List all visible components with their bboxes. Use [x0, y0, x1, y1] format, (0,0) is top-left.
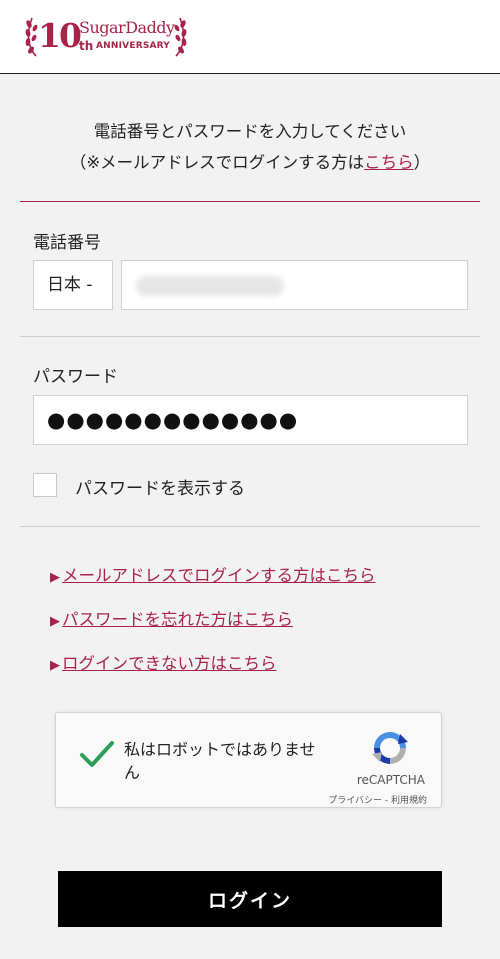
email-login-link-text[interactable]: メールアドレスでログインする方はこちら: [62, 566, 376, 585]
email-login-hint-suffix: ）: [413, 153, 431, 172]
recaptcha-brand: reCAPTCHA: [356, 773, 425, 787]
logo-anniversary-number: 10: [38, 16, 82, 55]
logo-brand-name: SugarDaddy: [79, 18, 175, 37]
checkmark-icon[interactable]: [79, 739, 115, 769]
forgot-password-link-text[interactable]: パスワードを忘れた方はこちら: [62, 610, 293, 629]
phone-number-input[interactable]: [121, 260, 468, 310]
password-label: パスワード: [33, 367, 118, 387]
triangle-right-icon: ▶: [50, 658, 60, 673]
show-password-label[interactable]: パスワードを表示する: [75, 474, 245, 499]
password-input[interactable]: ●●●●●●●●●●●●●: [33, 395, 468, 445]
triangle-right-icon: ▶: [50, 570, 60, 585]
login-button[interactable]: ログイン: [58, 871, 442, 927]
section-divider: [20, 201, 480, 202]
cannot-login-link-row[interactable]: ▶ ログインできない方はこちら: [50, 650, 277, 674]
email-login-link-row[interactable]: ▶ メールアドレスでログインする方はこちら: [50, 562, 376, 586]
recaptcha-privacy-terms-links[interactable]: プライバシー - 利用規約: [328, 793, 427, 806]
login-instructions: 電話番号とパスワードを入力してください （※メールアドレスでログインする方はこち…: [0, 116, 500, 178]
show-password-checkbox[interactable]: [33, 473, 57, 497]
laurel-right-icon: [174, 17, 187, 57]
divider: [20, 526, 480, 527]
recaptcha-widget[interactable]: 私はロボットではありません reCAPTCHA プライバシー - 利用規約: [55, 712, 442, 808]
instruction-text: 電話番号とパスワードを入力してください: [93, 122, 407, 141]
recaptcha-label: 私はロボットではありません: [124, 740, 316, 782]
site-logo[interactable]: 10 SugarDaddy th ANNIVERSARY: [24, 14, 194, 60]
site-header: 10 SugarDaddy th ANNIVERSARY: [0, 0, 500, 74]
email-login-hint: （※メールアドレスでログインする方はこちら）: [0, 147, 500, 178]
redacted-phone-value: [136, 276, 284, 296]
logo-anniversary-text: ANNIVERSARY: [96, 41, 171, 51]
email-login-link[interactable]: こちら: [364, 153, 414, 172]
logo-ordinal-suffix: th: [79, 39, 94, 53]
divider: [20, 336, 480, 337]
triangle-right-icon: ▶: [50, 614, 60, 629]
recaptcha-logo-icon: [372, 732, 408, 764]
phone-label: 電話番号: [33, 233, 101, 253]
email-login-hint-prefix: （※メールアドレスでログインする方は: [69, 153, 365, 172]
country-code-select[interactable]: 日本 -: [33, 260, 113, 310]
cannot-login-link-text[interactable]: ログインできない方はこちら: [62, 654, 277, 673]
forgot-password-link-row[interactable]: ▶ パスワードを忘れた方はこちら: [50, 606, 293, 630]
